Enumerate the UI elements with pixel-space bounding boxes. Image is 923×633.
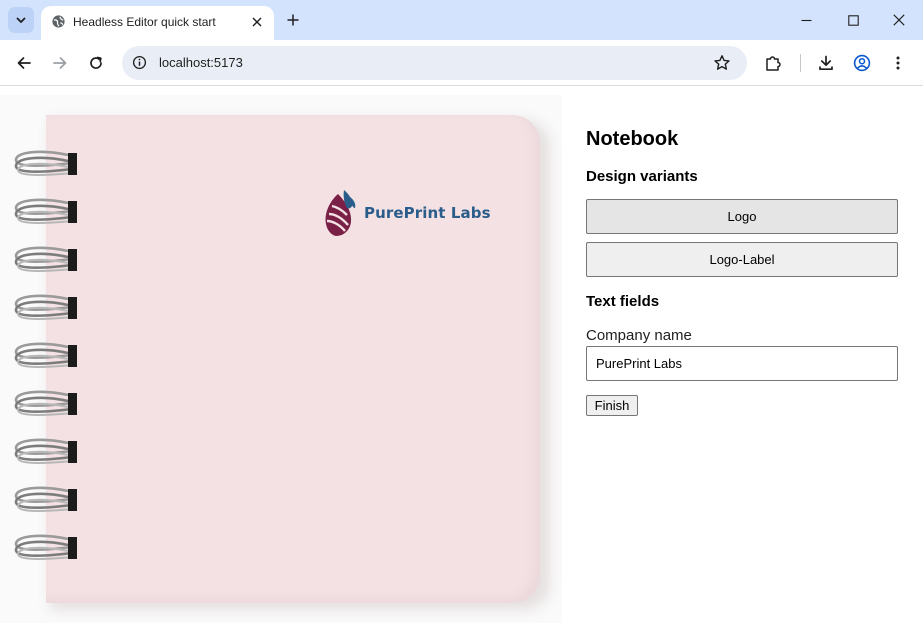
leaf-logo-icon xyxy=(325,190,356,236)
company-name-label: Company name xyxy=(586,327,692,344)
brand-logo: PurePrint Labs xyxy=(322,188,491,238)
minimize-icon xyxy=(801,19,811,21)
maximize-button[interactable] xyxy=(843,10,863,30)
bookmark-star-icon[interactable] xyxy=(713,54,731,77)
design-preview: PurePrint Labs xyxy=(0,95,562,623)
page-viewport: PurePrint Labs Notebook Design variants … xyxy=(0,87,923,633)
notebook-cover: PurePrint Labs xyxy=(46,115,540,603)
close-icon xyxy=(893,14,905,26)
close-window-button[interactable] xyxy=(889,10,909,30)
logo-text: PurePrint Labs xyxy=(364,204,491,222)
profile-button[interactable] xyxy=(851,52,873,74)
back-button[interactable] xyxy=(13,52,35,74)
new-tab-button[interactable] xyxy=(283,10,303,30)
address-bar[interactable]: localhost:5173 xyxy=(122,46,747,80)
tab-search-button[interactable] xyxy=(8,7,34,33)
chevron-down-icon xyxy=(16,17,26,23)
arrow-left-icon xyxy=(17,57,31,69)
company-name-input[interactable]: PurePrint Labs xyxy=(586,346,898,381)
account-icon xyxy=(853,54,871,72)
downloads-button[interactable] xyxy=(815,52,837,74)
browser-menu-button[interactable] xyxy=(887,52,909,74)
arrow-right-icon xyxy=(53,57,67,69)
reload-icon xyxy=(90,56,102,69)
url-text: localhost:5173 xyxy=(159,55,243,70)
toolbar-divider xyxy=(800,54,801,72)
maximize-icon xyxy=(847,14,859,26)
forward-button[interactable] xyxy=(49,52,71,74)
page-title: Notebook xyxy=(586,128,679,150)
close-tab-icon[interactable] xyxy=(248,13,266,31)
extensions-button[interactable] xyxy=(762,52,784,74)
browser-toolbar: localhost:5173 xyxy=(0,40,923,86)
tab-title: Headless Editor quick start xyxy=(73,15,216,29)
browser-tab-strip: Headless Editor quick start xyxy=(0,0,923,40)
download-icon xyxy=(819,55,833,71)
spiral-binding xyxy=(14,150,79,561)
variant-logo-label-button[interactable]: Logo-Label xyxy=(586,242,898,277)
plus-icon xyxy=(287,14,299,26)
puzzle-icon xyxy=(766,56,781,71)
finish-button[interactable]: Finish xyxy=(586,395,638,416)
design-variants-heading: Design variants xyxy=(586,168,698,185)
reload-button[interactable] xyxy=(85,52,107,74)
text-fields-heading: Text fields xyxy=(586,293,660,310)
more-vertical-icon xyxy=(896,56,900,70)
minimize-button[interactable] xyxy=(796,10,816,30)
browser-tab-active[interactable]: Headless Editor quick start xyxy=(41,6,274,40)
variant-logo-button[interactable]: Logo xyxy=(586,199,898,234)
site-info-icon[interactable] xyxy=(132,55,147,75)
globe-icon xyxy=(51,14,66,34)
